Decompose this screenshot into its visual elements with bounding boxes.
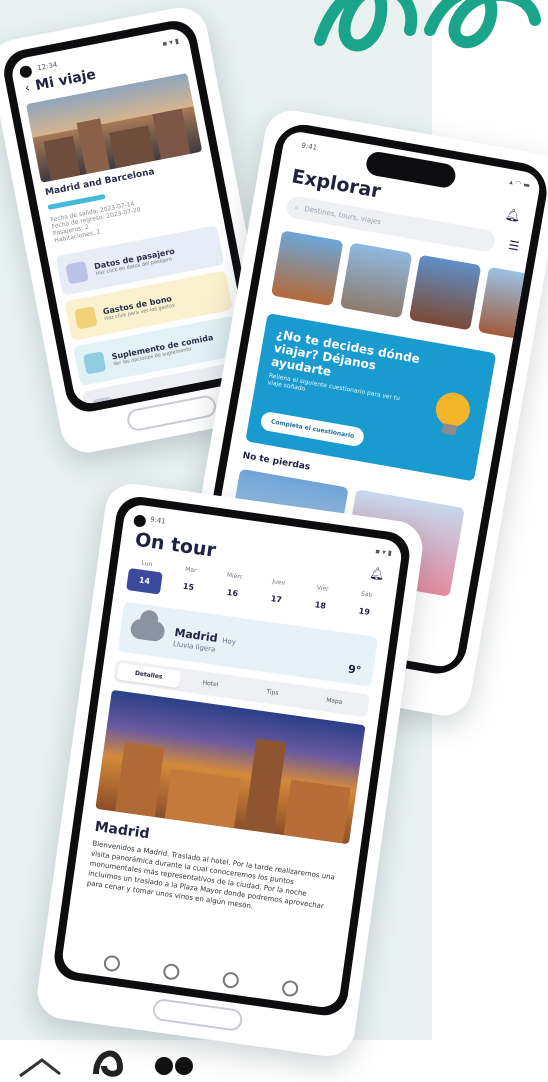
ticket-icon [74,306,98,330]
day-number: 14 [126,567,163,595]
day-number: 16 [226,587,239,599]
destination-card[interactable] [408,254,482,331]
search-placeholder: Destinos, tours, viajes [303,204,382,227]
home-icon[interactable] [102,954,121,973]
bell-icon[interactable]: 🔔︎ [369,566,386,582]
day-item[interactable]: Lun 14 [126,558,164,595]
brand-logo-swoosh [314,0,541,52]
people-icon [65,260,89,285]
status-time: 9:41 [149,515,167,526]
my-trip-screen: 12:34 ▪ ▾ ▮ ‹ Mi viaje Madrid and Barcel… [9,26,254,407]
status-time: 12:34 [36,60,58,73]
destination-card[interactable] [477,266,543,343]
status-icons: ▴ ◠ ▬ [508,178,531,190]
tab-hotel[interactable]: Hotel [178,671,242,697]
day-number: 15 [182,581,195,593]
rain-cloud-icon [129,617,166,643]
destination-card[interactable] [339,242,413,319]
quiz-button[interactable]: Completa el cuestionario [259,410,366,448]
status-time: 9:41 [300,141,318,153]
status-icons: ▪ ▾ ▮ [374,547,393,558]
trip-icon[interactable] [221,971,240,990]
day-number: 17 [270,594,283,605]
tab-map[interactable]: Mapa [302,689,366,715]
home-indicator [151,997,244,1033]
day-item[interactable]: Miérc 16 [214,570,252,606]
cutlery-icon [82,351,107,375]
day-item[interactable]: Sáb 19 [346,589,384,625]
tab-details[interactable]: Detalles [116,662,181,689]
explore-icon[interactable] [162,962,181,981]
destination-card[interactable] [270,230,344,307]
day-number: 18 [314,600,327,611]
day-item[interactable]: Vier 18 [302,583,340,619]
day-number: 19 [358,606,371,617]
tab-tips[interactable]: Tips [240,680,304,706]
partner-logos [19,1050,193,1078]
search-icon: ⌕ [294,202,300,212]
profile-icon[interactable] [281,979,300,998]
weather-temp: 9° [347,662,362,678]
back-arrow-icon[interactable]: ‹ [24,80,31,95]
status-icons: ▪ ▾ ▮ [161,37,180,49]
weather-when: Hoy [221,636,237,647]
day-item[interactable]: Mar 15 [170,564,208,600]
bell-icon[interactable]: 🔔︎ [504,207,521,223]
day-item[interactable]: Juev 17 [258,577,296,613]
lightbulb-icon [433,389,473,430]
filter-icon[interactable]: ☰ [507,238,520,254]
